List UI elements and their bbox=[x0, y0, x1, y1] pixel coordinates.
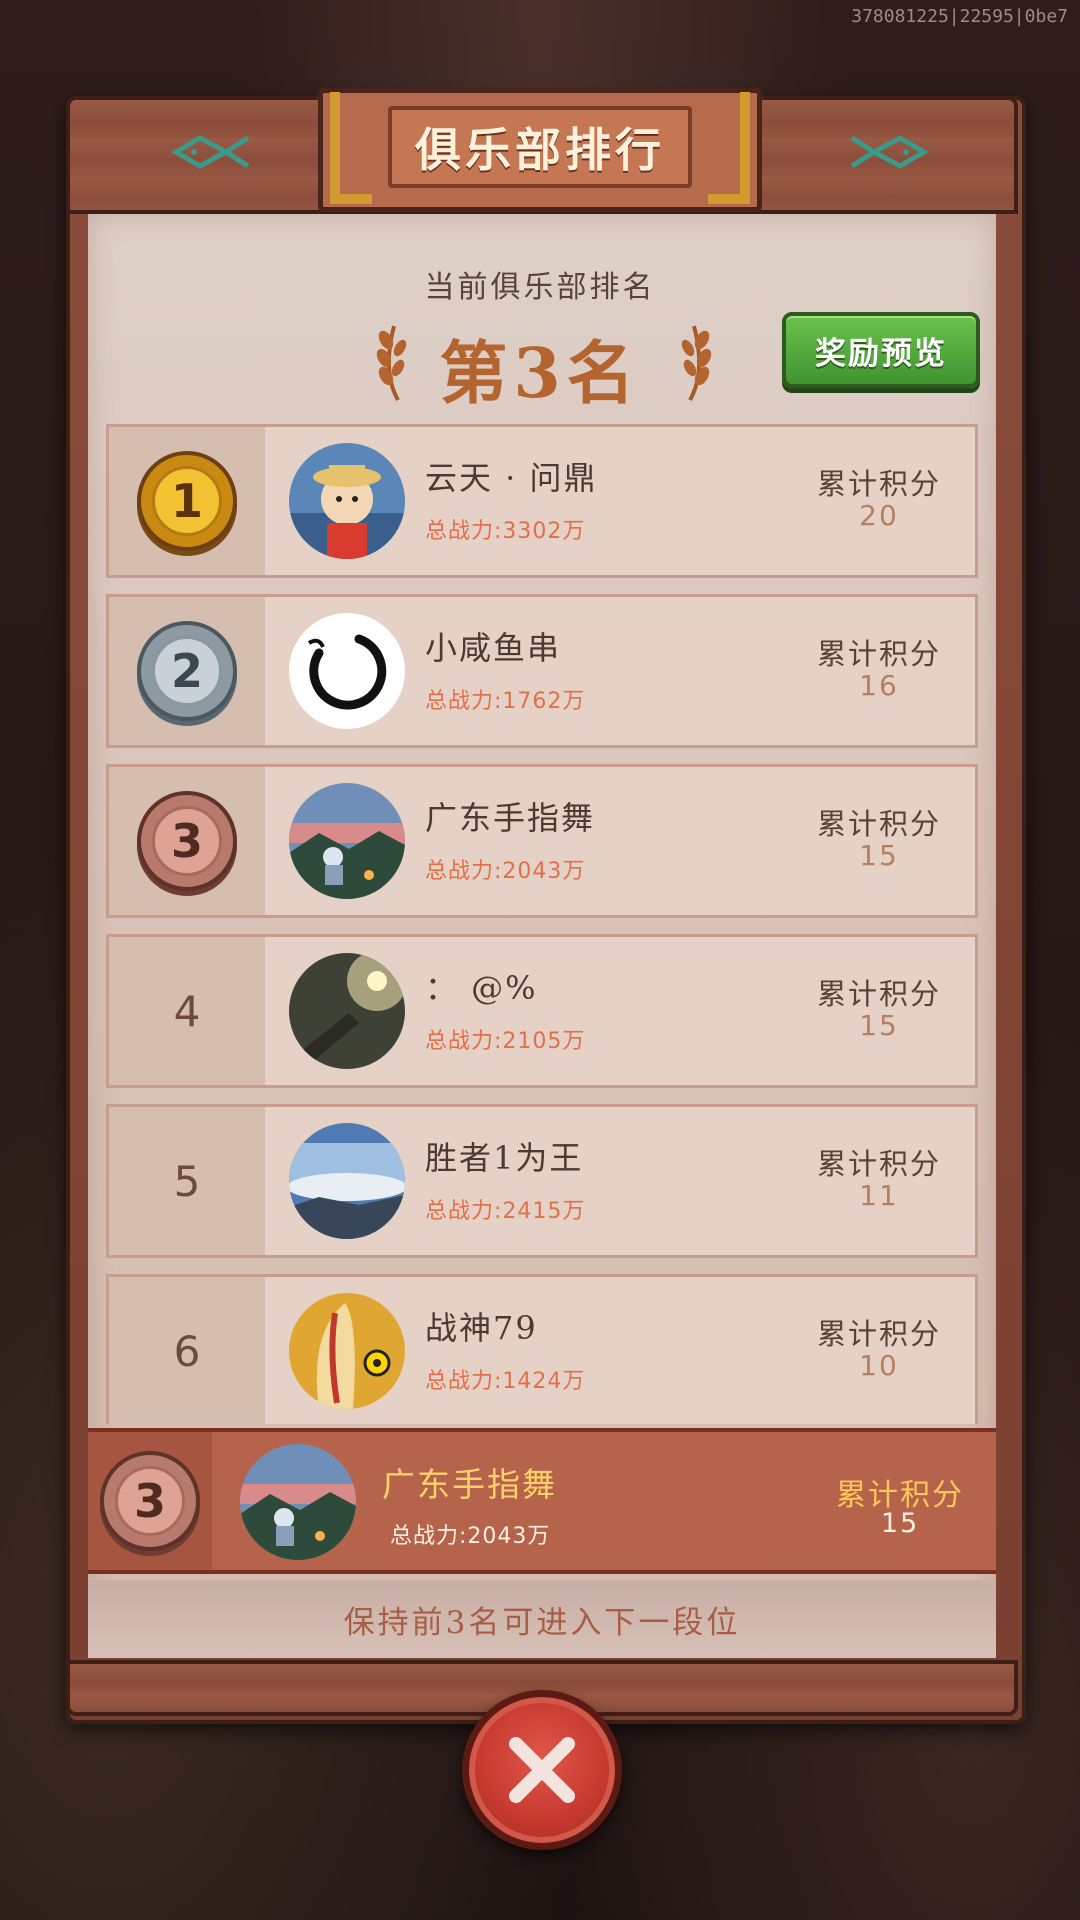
player-name: ： @% bbox=[425, 969, 538, 1007]
silver-medal-icon: 2 bbox=[137, 621, 237, 721]
player-power: 总战力:1762万 bbox=[425, 689, 586, 714]
current-rank-label: 当前俱乐部排名 bbox=[424, 270, 656, 305]
my-club-name: 广东手指舞 bbox=[382, 1465, 557, 1504]
rank-cell: 4 bbox=[109, 937, 265, 1085]
close-button[interactable] bbox=[462, 1690, 622, 1850]
player-name: 小咸鱼串 bbox=[425, 629, 562, 667]
score-label: 累计积分 bbox=[816, 1147, 941, 1181]
rank-cell: 2 bbox=[109, 597, 265, 745]
rank-cell: 6 bbox=[109, 1277, 265, 1424]
sky-clouds-avatar bbox=[289, 1123, 405, 1239]
ink-circle-avatar bbox=[289, 613, 405, 729]
mountain-campfire-avatar bbox=[240, 1444, 356, 1560]
player-power: 总战力:2415万 bbox=[425, 1199, 586, 1224]
ranking-row-2[interactable]: 2 小咸鱼串 总战力:1762万 累计积分 16 bbox=[106, 594, 978, 748]
score-value: 15 bbox=[859, 1009, 899, 1042]
player-power: 总战力:3302万 bbox=[425, 519, 586, 544]
rank-cell: 1 bbox=[109, 427, 265, 575]
score-value: 15 bbox=[859, 839, 899, 872]
cartoon-boy-avatar bbox=[289, 443, 405, 559]
rank-number: 6 bbox=[173, 1326, 201, 1376]
bronze-medal-icon: 3 bbox=[137, 791, 237, 891]
ranking-row-4[interactable]: 4 ： @% 总战力:2105万 累计积分 15 bbox=[106, 934, 978, 1088]
reward-preview-button[interactable]: 奖励预览 bbox=[782, 312, 980, 388]
score-label: 累计积分 bbox=[816, 637, 941, 671]
hotdog-cartoon-avatar bbox=[289, 1293, 405, 1409]
player-name: 胜者1为王 bbox=[425, 1139, 584, 1177]
title-ornament-right bbox=[708, 92, 750, 204]
rank-cell: 3 bbox=[109, 767, 265, 915]
player-name: 云天 · 问鼎 bbox=[425, 459, 598, 497]
rank-cell: 5 bbox=[109, 1107, 265, 1255]
fish-icon bbox=[850, 135, 929, 169]
score-label: 累计积分 bbox=[816, 977, 941, 1011]
my-club-row: 3 广东手指舞 总战力:2043万 累计积分 15 bbox=[88, 1428, 996, 1574]
ranking-row-3[interactable]: 3 广东手指舞 总战力:2043万 累计积分 15 bbox=[106, 764, 978, 918]
player-name: 广东手指舞 bbox=[425, 799, 596, 837]
promotion-tip: 保持前3名可进入下一段位 bbox=[88, 1580, 996, 1658]
score-label: 累计积分 bbox=[816, 1317, 941, 1351]
dialog-title: 俱乐部排行 bbox=[388, 106, 692, 188]
my-score-value: 15 bbox=[880, 1508, 920, 1539]
ranking-row-1[interactable]: 1 云天 · 问鼎 总战力:3302万 累计积分 20 bbox=[106, 424, 978, 578]
rank-number: 4 bbox=[173, 986, 201, 1036]
fish-icon bbox=[171, 135, 250, 169]
player-power: 总战力:1424万 bbox=[425, 1369, 586, 1394]
ranking-list[interactable]: 1 云天 · 问鼎 总战力:3302万 累计积分 20 2 小咸鱼串 总战力:1… bbox=[106, 424, 978, 1424]
bronze-medal-icon: 3 bbox=[100, 1451, 200, 1551]
close-icon bbox=[509, 1737, 575, 1803]
rank-cell: 3 bbox=[88, 1432, 212, 1570]
score-label: 累计积分 bbox=[816, 807, 941, 841]
score-value: 11 bbox=[859, 1179, 899, 1212]
my-club-power: 总战力:2043万 bbox=[390, 1524, 551, 1549]
score-label: 累计积分 bbox=[816, 467, 941, 501]
player-power: 总战力:2043万 bbox=[425, 859, 586, 884]
title-ornament-left bbox=[330, 92, 372, 204]
ranking-row-6[interactable]: 6 战神79 总战力:1424万 累计积分 10 bbox=[106, 1274, 978, 1424]
debug-id-text: 378081225|22595|0be7 bbox=[851, 6, 1068, 27]
player-power: 总战力:2105万 bbox=[425, 1029, 586, 1054]
ranking-row-5[interactable]: 5 胜者1为王 总战力:2415万 累计积分 11 bbox=[106, 1104, 978, 1258]
score-value: 16 bbox=[859, 669, 899, 702]
score-value: 10 bbox=[859, 1349, 899, 1382]
flashlight-avatar bbox=[289, 953, 405, 1069]
gold-medal-icon: 1 bbox=[137, 451, 237, 551]
score-value: 20 bbox=[859, 499, 899, 532]
laurel-right-icon bbox=[681, 325, 712, 401]
player-name: 战神79 bbox=[425, 1309, 538, 1347]
mountain-campfire-avatar bbox=[289, 783, 405, 899]
rank-number: 5 bbox=[173, 1156, 201, 1206]
